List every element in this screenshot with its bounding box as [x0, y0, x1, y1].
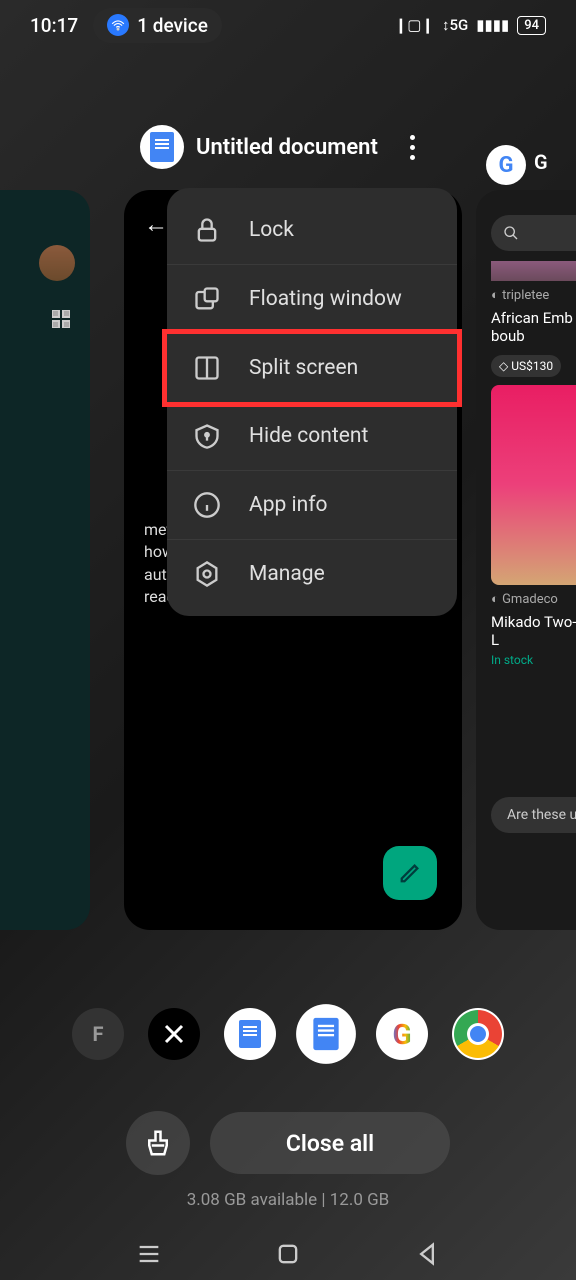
menu-item-lock[interactable]: Lock [167, 196, 457, 265]
product-image [491, 261, 576, 281]
stock-status: In stock [491, 653, 576, 667]
wifi-icon [107, 14, 129, 36]
network-type: ↕5G [442, 16, 468, 34]
memory-status: 3.08 GB available | 12.0 GB [0, 1190, 576, 1210]
device-indicator[interactable]: 1 device [93, 8, 222, 43]
menu-label: Lock [249, 218, 294, 242]
carousel-app-f[interactable]: F [72, 1008, 124, 1060]
menu-item-floating-window[interactable]: Floating window [167, 265, 457, 334]
menu-label: App info [249, 493, 327, 517]
menu-label: Floating window [249, 287, 402, 311]
menu-label: Hide content [249, 424, 368, 448]
bottom-actions: Close all [0, 1111, 576, 1175]
recent-app-card-left[interactable]: ▭ [0, 190, 90, 930]
carousel-app-docs-1[interactable] [224, 1008, 276, 1060]
split-screen-icon [193, 354, 221, 382]
menu-item-hide-content[interactable]: Hide content [167, 402, 457, 471]
docs-icon [150, 132, 174, 162]
clear-memory-button[interactable] [126, 1111, 190, 1175]
menu-label: Split screen [249, 356, 358, 380]
carousel-app-x[interactable] [148, 1008, 200, 1060]
menu-item-manage[interactable]: Manage [167, 540, 457, 608]
avatar [39, 245, 75, 281]
carousel-app-google[interactable]: G [376, 1008, 428, 1060]
menu-item-app-info[interactable]: App info [167, 471, 457, 540]
menu-item-split-screen[interactable]: Split screen [162, 329, 462, 407]
app-card-header[interactable]: Untitled document [140, 125, 415, 169]
price-tag: ◇ US$130 [491, 355, 561, 377]
navigation-bar [0, 1240, 576, 1268]
menu-label: Manage [249, 562, 325, 586]
hide-content-icon [193, 422, 221, 450]
nav-back-icon[interactable] [413, 1240, 441, 1268]
carousel-app-chrome[interactable] [452, 1008, 504, 1060]
product-title: African Emb Mikado boub [491, 309, 576, 345]
product-image-2 [491, 385, 576, 585]
manage-icon [193, 560, 221, 588]
search-bar[interactable] [491, 215, 576, 251]
status-bar: 10:17 1 device ❙▢❙ ↕5G ▮▮▮▮ 94 [0, 0, 576, 50]
shop-label: ◐ tripletee [491, 287, 576, 303]
nav-recents-icon[interactable] [135, 1240, 163, 1268]
edit-button[interactable] [383, 846, 437, 900]
signal-icon: ▮▮▮▮ [476, 16, 509, 34]
status-time: 10:17 [30, 14, 78, 37]
recent-app-card-right[interactable]: G G ◐ tripletee African Emb Mikado boub … [476, 190, 576, 930]
close-all-button[interactable]: Close all [210, 1112, 450, 1174]
product-title-2: Mikado Two- Rich Aunty L [491, 613, 576, 649]
feedback-pill[interactable]: Are these useful? [491, 797, 576, 833]
nav-home-icon[interactable] [274, 1240, 302, 1268]
lock-icon [193, 216, 221, 244]
app-carousel: F G [0, 1008, 576, 1060]
vibrate-icon: ❙▢❙ [395, 16, 434, 34]
status-indicators: ❙▢❙ ↕5G ▮▮▮▮ 94 [395, 16, 546, 35]
app-icon[interactable] [140, 125, 184, 169]
more-options-button[interactable] [410, 135, 415, 160]
carousel-app-docs-2[interactable] [296, 1004, 356, 1064]
google-logo-icon: G [486, 145, 526, 185]
app-context-menu: Lock Floating window Split screen Hide c… [167, 188, 457, 616]
floating-window-icon [193, 285, 221, 313]
shop-label-2: ◐ Gmadeco [491, 591, 576, 607]
info-icon [193, 491, 221, 519]
battery-indicator: 94 [517, 16, 546, 35]
app-title: Untitled document [196, 135, 378, 160]
grid-icon [52, 310, 70, 328]
device-count-label: 1 device [137, 14, 208, 37]
